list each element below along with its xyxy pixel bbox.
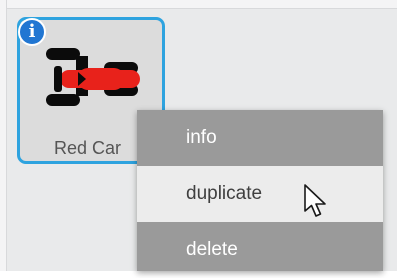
pane-left-edge: [0, 0, 7, 271]
mouse-pointer-icon: [304, 184, 326, 217]
info-icon[interactable]: i: [18, 18, 46, 46]
menu-item-info[interactable]: info: [137, 110, 383, 166]
context-menu: info duplicate delete: [137, 110, 383, 271]
sprite-list-pane: Red Car i info duplicate delete: [0, 0, 397, 271]
pane-top-edge: [0, 0, 397, 9]
menu-item-duplicate[interactable]: duplicate: [137, 166, 383, 222]
menu-item-delete[interactable]: delete: [137, 222, 383, 271]
red-car-icon: [46, 48, 140, 106]
